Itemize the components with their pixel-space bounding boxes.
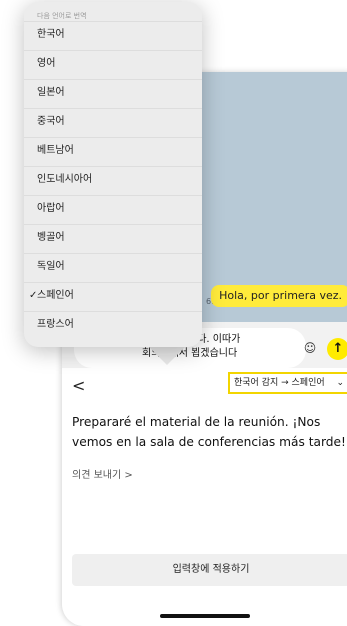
- menu-item-bengali[interactable]: 벵골어: [24, 224, 202, 249]
- menu-item-label: 일본어: [37, 87, 65, 98]
- menu-item-arabic[interactable]: 아랍어: [24, 195, 202, 220]
- menu-item-japanese[interactable]: 일본어: [24, 79, 202, 104]
- menu-item-label: 아랍어: [37, 203, 65, 214]
- menu-item-indonesian[interactable]: 인도네시아어: [24, 166, 202, 191]
- check-icon: ✓: [29, 290, 38, 301]
- language-selector[interactable]: 한국어 감지 → 스페인어 ⌄: [228, 372, 347, 394]
- menu-item-label: 벵골어: [37, 232, 65, 243]
- menu-item-vietnamese[interactable]: 베트남어: [24, 137, 202, 162]
- menu-item-chinese[interactable]: 중국어: [24, 108, 202, 133]
- translate-panel: < 한국어 감지 → 스페인어 ⌄ Prepararé el material …: [62, 368, 347, 626]
- menu-header: 다음 언어로 번역: [37, 12, 87, 20]
- menu-item-label: 스페인어: [37, 290, 74, 301]
- menu-item-korean[interactable]: 한국어: [24, 21, 202, 46]
- menu-item-label: 중국어: [37, 116, 65, 127]
- back-button[interactable]: <: [72, 376, 85, 395]
- menu-item-label: 독일어: [37, 261, 65, 272]
- menu-item-french[interactable]: 프랑스어: [24, 311, 202, 336]
- chevron-down-icon: ⌄: [336, 378, 344, 388]
- menu-item-spanish[interactable]: ✓ 스페인어: [24, 282, 202, 307]
- language-menu: 다음 언어로 번역 한국어 영어 일본어 중국어 베트남어 인도네시아어 아랍어…: [24, 2, 202, 347]
- menu-pointer: [147, 345, 187, 365]
- menu-item-german[interactable]: 독일어: [24, 253, 202, 278]
- menu-item-label: 인도네시아어: [37, 174, 93, 185]
- message-bubble[interactable]: Hola, por primera vez.: [211, 285, 347, 307]
- menu-item-label: 영어: [37, 58, 56, 69]
- home-indicator: [160, 614, 250, 618]
- menu-item-label: 베트남어: [37, 145, 74, 156]
- menu-item-label: 프랑스어: [37, 319, 74, 330]
- translated-text: Prepararé el material de la reunión. ¡No…: [72, 415, 346, 449]
- emoji-icon[interactable]: ☺: [300, 338, 320, 358]
- menu-item-label: 한국어: [37, 29, 65, 40]
- menu-item-english[interactable]: 영어: [24, 50, 202, 75]
- feedback-link[interactable]: 의견 보내기 >: [72, 466, 133, 481]
- send-button[interactable]: ↑: [327, 338, 347, 360]
- language-pair-label: 한국어 감지 → 스페인어: [234, 378, 325, 388]
- apply-to-input-button[interactable]: 입력창에 적용하기: [72, 554, 347, 586]
